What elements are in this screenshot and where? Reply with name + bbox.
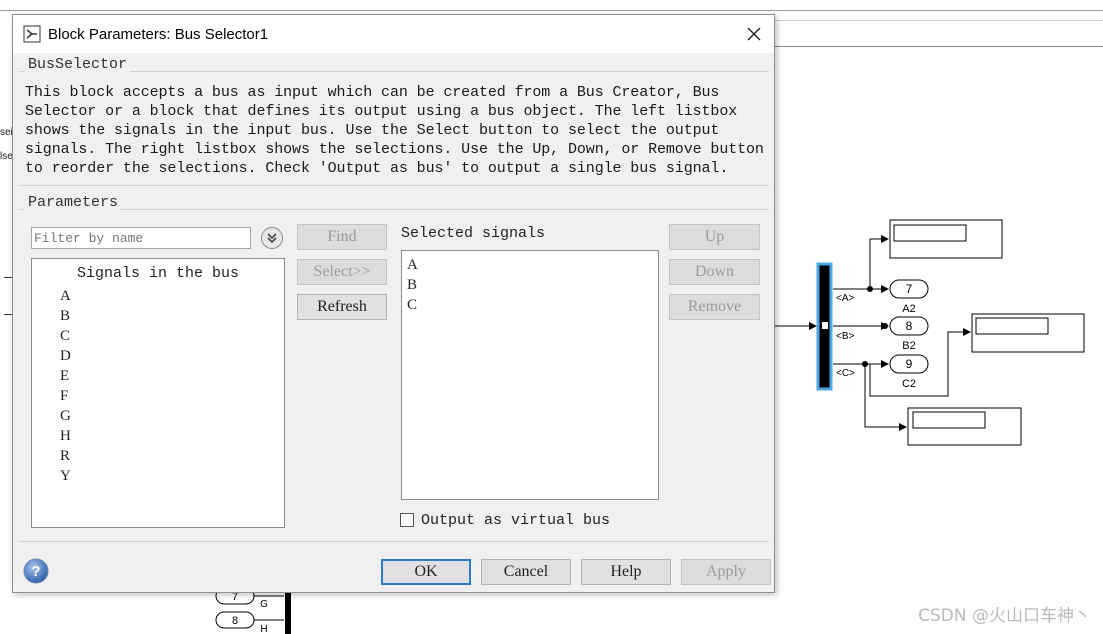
bus-label-b: <B> <box>836 331 855 342</box>
title-bar[interactable]: Block Parameters: Bus Selector1 <box>13 15 774 53</box>
port-name: C2 <box>902 378 916 390</box>
group-border <box>19 209 769 210</box>
signals-header: Signals in the bus <box>76 265 240 282</box>
chevron-down-icon <box>267 233 277 244</box>
block-description: This block accepts a bus as input which … <box>25 84 764 177</box>
list-item[interactable]: F <box>60 386 284 406</box>
ok-button[interactable]: OK <box>381 559 471 585</box>
list-item[interactable]: Y <box>60 466 284 486</box>
apply-button[interactable]: Apply <box>681 559 771 585</box>
port-number: 8 <box>906 319 913 333</box>
help-button[interactable]: Help <box>581 559 671 585</box>
list-item[interactable]: H <box>60 426 284 446</box>
watermark: CSDN @火山口车神丶 <box>918 606 1091 626</box>
port-number: 8 <box>232 615 238 627</box>
port-name: G <box>260 599 268 610</box>
group-border <box>19 541 769 542</box>
list-item[interactable]: C <box>407 295 658 315</box>
close-icon[interactable] <box>746 26 762 42</box>
block-parameters-dialog: Block Parameters: Bus Selector1 BusSelec… <box>12 14 775 593</box>
list-item[interactable]: E <box>60 366 284 386</box>
bus-label-a: <A> <box>836 293 855 304</box>
output-virtual-bus-label: Output as virtual bus <box>421 512 611 529</box>
down-button[interactable]: Down <box>669 259 760 285</box>
port-name: A2 <box>902 303 915 315</box>
parameters-label: Parameters <box>25 194 122 211</box>
up-button[interactable]: Up <box>669 224 760 250</box>
block-icon <box>23 25 41 43</box>
group-border <box>19 71 769 72</box>
list-item[interactable]: A <box>407 255 658 275</box>
help-icon[interactable]: ? <box>23 558 49 584</box>
output-virtual-bus-checkbox[interactable] <box>400 513 414 527</box>
svg-text:?: ? <box>31 563 40 580</box>
bus-label-c: <C> <box>836 368 855 379</box>
selected-signals-listbox[interactable]: A B C <box>401 250 659 500</box>
port-number: 9 <box>906 357 913 371</box>
list-item[interactable]: B <box>60 306 284 326</box>
port-name: B2 <box>902 340 915 352</box>
group-border <box>19 185 769 186</box>
signals-listbox[interactable]: Signals in the bus A B C D E F G H R Y <box>31 258 285 528</box>
port-name: H <box>260 624 267 634</box>
remove-button[interactable]: Remove <box>669 294 760 320</box>
find-button[interactable]: Find <box>297 224 387 250</box>
dialog-title: Block Parameters: Bus Selector1 <box>48 26 269 43</box>
selected-signals-label: Selected signals <box>401 225 546 242</box>
list-item[interactable]: G <box>60 406 284 426</box>
list-item[interactable]: A <box>60 286 284 306</box>
refresh-button[interactable]: Refresh <box>297 294 387 320</box>
cancel-button[interactable]: Cancel <box>481 559 571 585</box>
list-item[interactable]: D <box>60 346 284 366</box>
select-button[interactable]: Select>> <box>297 259 387 285</box>
block-type-label: BusSelector <box>25 56 131 73</box>
list-item[interactable]: R <box>60 446 284 466</box>
list-item[interactable]: B <box>407 275 658 295</box>
filter-input[interactable] <box>31 227 251 249</box>
port-number: 7 <box>906 282 913 296</box>
filter-options-button[interactable] <box>261 227 283 249</box>
list-item[interactable]: C <box>60 326 284 346</box>
